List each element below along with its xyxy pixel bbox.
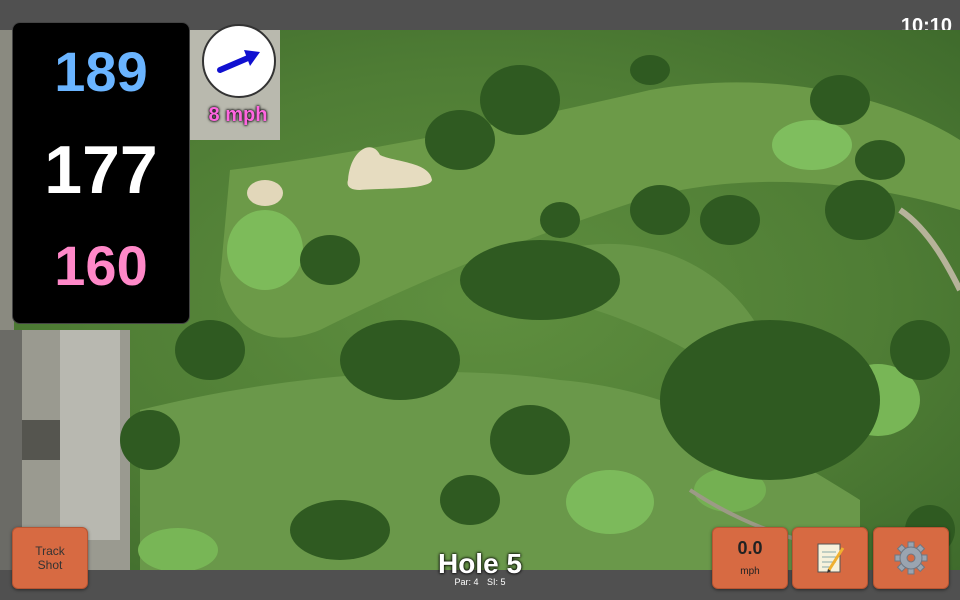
hole-title: Hole 5 bbox=[437, 548, 523, 579]
notes-button[interactable] bbox=[792, 527, 868, 589]
speed-value: 0.0 bbox=[737, 538, 763, 558]
front-distance: 160 bbox=[54, 234, 148, 297]
gear-icon bbox=[894, 541, 928, 575]
speed-button[interactable]: 0.0 mph bbox=[712, 527, 788, 589]
track-shot-button[interactable]: Track Shot bbox=[12, 527, 88, 589]
back-distance: 189 bbox=[54, 40, 148, 103]
track-shot-label-line1: Track bbox=[35, 544, 65, 558]
distance-panel: 189 177 160 bbox=[12, 22, 190, 324]
speed-unit: mph bbox=[740, 566, 760, 577]
wind-speed: 8 mph bbox=[208, 104, 268, 126]
notepad-icon bbox=[817, 543, 845, 573]
track-shot-label-line2: Shot bbox=[37, 558, 63, 572]
middle-distance: 177 bbox=[44, 132, 158, 208]
wind-arrow-icon bbox=[217, 50, 260, 73]
wind-indicator bbox=[202, 24, 276, 98]
hole-stroke-index: SI: 5 bbox=[487, 577, 506, 587]
hole-info: Par: 4 SI: 5 bbox=[400, 577, 560, 587]
hole-par: Par: 4 bbox=[454, 577, 479, 587]
settings-button[interactable] bbox=[873, 527, 949, 589]
